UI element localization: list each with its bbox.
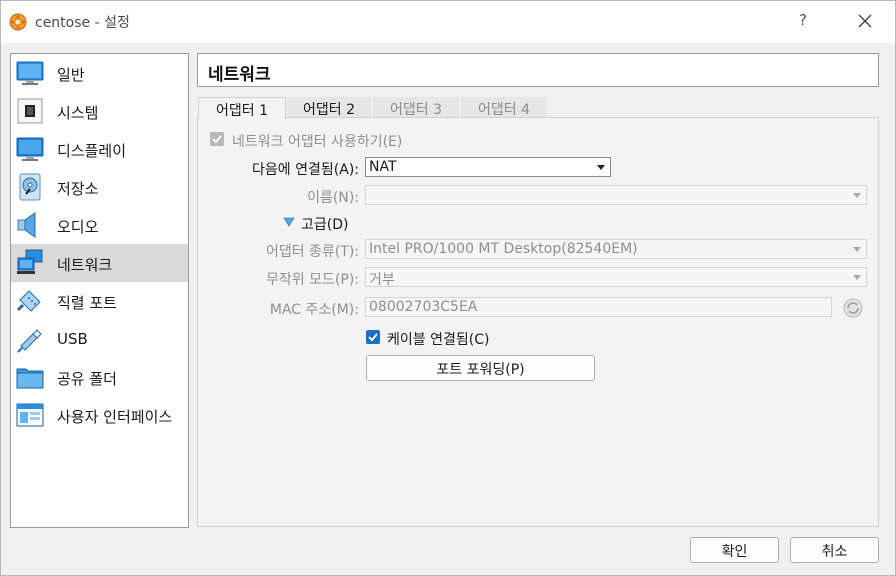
- tab-adapter-3[interactable]: 어댑터 3: [373, 97, 459, 118]
- advanced-toggle[interactable]: 고급(D): [301, 214, 348, 234]
- cable-connected-label: 케이블 연결됨(C): [387, 332, 490, 348]
- sidebar-item-label: 공유 폴더: [57, 370, 117, 388]
- sidebar-item-display[interactable]: 디스플레이: [11, 130, 188, 168]
- attached-to-label: 다음에 연결됨(A):: [252, 162, 359, 178]
- attached-to-value: NAT: [369, 159, 397, 175]
- sidebar-item-shared-folder[interactable]: 공유 폴더: [11, 358, 188, 396]
- cancel-label: 취소: [821, 544, 848, 560]
- promiscuous-mode-select[interactable]: 거부: [365, 267, 867, 288]
- tab-adapter-1[interactable]: 어댑터 1: [198, 97, 286, 119]
- settings-window: centose - 설정 ? 일반 시스템 디스플레이 저장소 오디오 네트워크…: [0, 0, 896, 576]
- virtualbox-app-icon: [9, 13, 27, 31]
- enable-adapter-checkbox[interactable]: [210, 132, 224, 146]
- audio-speaker-icon: [17, 212, 36, 238]
- page-title: 네트워크: [208, 65, 271, 85]
- chevron-down-icon: [853, 247, 861, 252]
- tab-adapter-4[interactable]: 어댑터 4: [461, 97, 547, 118]
- ok-button[interactable]: 확인: [690, 537, 779, 563]
- chevron-down-icon: [597, 165, 605, 170]
- window-title: centose - 설정: [35, 15, 130, 31]
- checkmark-icon: [212, 135, 222, 144]
- title-bar: centose - 설정 ?: [1, 1, 895, 43]
- adapter-type-label: 어댑터 종류(T):: [265, 244, 359, 260]
- page-title-box: 네트워크: [197, 53, 879, 87]
- sidebar-item-serial-port[interactable]: 직렬 포트: [11, 282, 188, 320]
- cable-connected-checkbox[interactable]: [366, 330, 380, 344]
- mac-address-field[interactable]: 08002703C5EA: [365, 297, 832, 317]
- sidebar-item-label: 시스템: [57, 104, 99, 122]
- sidebar-item-label: 오디오: [57, 218, 99, 236]
- attached-to-select[interactable]: NAT: [365, 157, 611, 177]
- sidebar-item-usb[interactable]: USB: [11, 320, 188, 358]
- general-monitor-icon: [16, 61, 44, 85]
- sidebar-item-label: USB: [57, 330, 88, 348]
- serial-port-icon: [16, 290, 41, 312]
- mac-address-value: 08002703C5EA: [369, 299, 478, 315]
- help-button[interactable]: ?: [799, 11, 807, 29]
- mac-address-label: MAC 주소(M):: [269, 302, 359, 318]
- system-chip-icon: [17, 98, 43, 124]
- sidebar-item-user-interface[interactable]: 사용자 인터페이스: [11, 396, 188, 434]
- sidebar-item-label: 직렬 포트: [57, 294, 117, 312]
- tab-label: 어댑터 3: [390, 102, 442, 118]
- sidebar-item-label: 저장소: [57, 180, 99, 198]
- sidebar-item-audio[interactable]: 오디오: [11, 206, 188, 244]
- display-monitor-icon: [16, 137, 44, 161]
- sidebar-item-label: 네트워크: [57, 256, 113, 274]
- tab-label: 어댑터 1: [216, 103, 268, 119]
- shared-folder-icon: [16, 368, 44, 389]
- user-interface-icon: [16, 403, 44, 427]
- close-icon[interactable]: [855, 11, 875, 31]
- sidebar-item-system[interactable]: 시스템: [11, 92, 188, 130]
- chevron-down-icon: [853, 275, 861, 280]
- adapter-type-select[interactable]: Intel PRO/1000 MT Desktop(82540EM): [365, 239, 867, 259]
- chevron-down-icon: [853, 193, 861, 198]
- promiscuous-mode-label: 무작위 모드(P):: [266, 272, 359, 288]
- tab-label: 어댑터 2: [303, 102, 355, 118]
- port-forwarding-label: 포트 포워딩(P): [436, 362, 525, 378]
- sidebar-item-label: 사용자 인터페이스: [57, 408, 173, 426]
- ok-label: 확인: [721, 544, 748, 560]
- enable-adapter-label: 네트워크 어댑터 사용하기(E): [232, 134, 403, 150]
- name-label: 이름(N):: [307, 190, 359, 206]
- sidebar-item-network[interactable]: 네트워크: [11, 244, 188, 282]
- refresh-mac-icon[interactable]: [842, 297, 864, 319]
- sidebar-item-storage[interactable]: 저장소: [11, 168, 188, 206]
- port-forwarding-button[interactable]: 포트 포워딩(P): [366, 355, 595, 381]
- name-select[interactable]: [365, 185, 867, 205]
- tab-label: 어댑터 4: [478, 102, 530, 118]
- expand-triangle-icon[interactable]: [283, 217, 295, 227]
- checkmark-icon: [368, 333, 378, 342]
- sidebar-item-label: 일반: [57, 66, 85, 84]
- adapter-type-value: Intel PRO/1000 MT Desktop(82540EM): [369, 241, 638, 257]
- tab-adapter-2[interactable]: 어댑터 2: [287, 97, 371, 118]
- sidebar-item-general[interactable]: 일반: [11, 54, 188, 92]
- usb-icon: [17, 329, 42, 353]
- promiscuous-mode-value: 거부: [369, 272, 395, 288]
- network-icon: [17, 249, 43, 274]
- cancel-button[interactable]: 취소: [790, 537, 879, 563]
- storage-disk-icon: [19, 173, 41, 201]
- settings-sidebar: 일반 시스템 디스플레이 저장소 오디오 네트워크 직렬 포트 USB 공유 폴…: [10, 53, 189, 528]
- sidebar-item-label: 디스플레이: [57, 142, 127, 160]
